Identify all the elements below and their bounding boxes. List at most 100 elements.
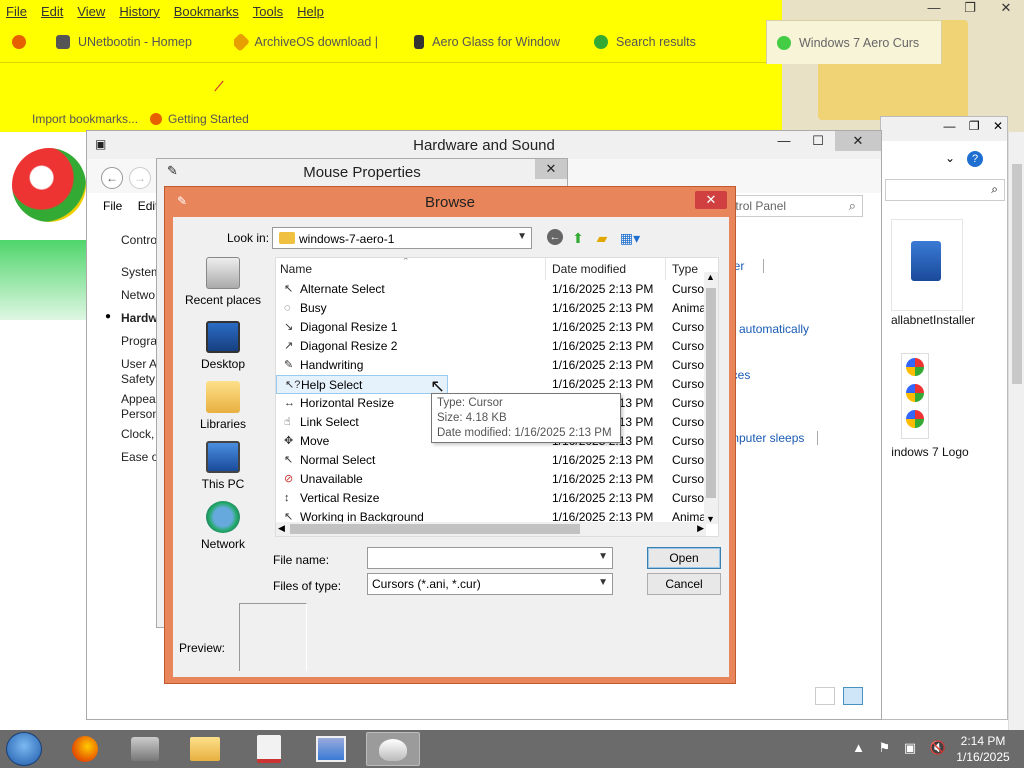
close-icon[interactable]: ✕ — [988, 0, 1024, 20]
large-icons-view-icon[interactable] — [843, 687, 863, 705]
horizontal-scrollbar[interactable]: ◀ ▶ — [276, 522, 706, 536]
files-of-type-select[interactable]: Cursors (*.ani, *.cur) ▼ — [367, 573, 613, 595]
place-label: Recent places — [184, 293, 262, 307]
cursor-mark-icon: | — [213, 77, 227, 93]
minimize-icon[interactable]: — — [767, 131, 801, 151]
close-icon[interactable]: ✕ — [993, 119, 1003, 133]
file-row[interactable]: ✎ Handwriting 1/16/2025 2:13 PM Cursor — [276, 356, 709, 375]
link-play-automatically[interactable]: e automatically — [729, 322, 809, 336]
taskbar-control-panel[interactable] — [304, 732, 358, 766]
tooltip-size: Size: 4.18 KB — [437, 412, 507, 424]
look-in-dropdown[interactable]: windows-7-aero-1 ▼ — [272, 227, 532, 249]
scroll-thumb[interactable] — [706, 288, 716, 498]
dialog-icon: ✎ — [177, 194, 188, 208]
file-type: Cursor — [672, 377, 709, 391]
restore-icon[interactable]: ❐ — [969, 119, 980, 133]
animated-cursor-icon: ◌ — [284, 302, 291, 314]
taskbar-java[interactable] — [242, 732, 296, 766]
mouse-pointer-icon: ↖ — [430, 376, 446, 396]
restore-icon[interactable]: ❐ — [952, 0, 988, 20]
menu-help[interactable]: Help — [297, 4, 324, 19]
menu-tools[interactable]: Tools — [253, 4, 283, 19]
file-type: Cursor — [672, 358, 709, 372]
tab-windows7-aero[interactable]: Windows 7 Aero Curs — [766, 20, 942, 64]
close-icon[interactable]: ✕ — [835, 131, 881, 151]
details-view-icon[interactable] — [815, 687, 835, 705]
file-name-field[interactable]: ▼ — [367, 547, 613, 569]
network-icon[interactable]: ▣ — [904, 740, 916, 755]
tab-unetbootin[interactable]: UNetbootin - Homep — [56, 30, 206, 54]
scroll-down-icon[interactable]: ▼ — [706, 514, 715, 524]
file-row[interactable]: ⊘ Unavailable 1/16/2025 2:13 PM Cursor — [276, 470, 708, 489]
back-icon[interactable]: ← — [101, 167, 123, 189]
scroll-thumb[interactable] — [290, 524, 580, 534]
tab-aero-glass[interactable]: Aero Glass for Window — [414, 30, 560, 54]
tab-favicon-icon — [56, 35, 70, 49]
file-row[interactable]: ↖ Normal Select 1/16/2025 2:13 PM Cursor — [276, 451, 708, 470]
menu-file[interactable]: File — [6, 4, 27, 19]
close-icon[interactable]: ✕ — [535, 159, 567, 179]
taskbar-clock[interactable]: 2:14 PM 1/16/2025 — [950, 733, 1016, 765]
scroll-thumb[interactable] — [1012, 164, 1022, 384]
cursor-file-icon: ☝ — [284, 416, 291, 428]
file-row[interactable]: ↕ Vertical Resize 1/16/2025 2:13 PM Cursor — [276, 489, 708, 508]
libraries-icon — [206, 381, 240, 413]
windows7-logo-stack[interactable] — [901, 353, 929, 439]
file-row[interactable]: ↗ Diagonal Resize 2 1/16/2025 2:13 PM Curso… — [276, 337, 708, 356]
windows-logo-icon — [906, 358, 924, 376]
chevron-down-icon[interactable]: ⌄ — [945, 151, 955, 165]
back-icon[interactable]: ← — [547, 229, 563, 245]
column-header-name[interactable]: Name ⌃ — [276, 258, 546, 280]
menu-bookmarks[interactable]: Bookmarks — [174, 4, 239, 19]
scroll-left-icon[interactable]: ◀ — [278, 523, 285, 534]
taskbar-mouse-properties[interactable] — [366, 732, 420, 766]
place-recent[interactable]: Recent places — [181, 257, 265, 307]
taskbar-unetbootin[interactable] — [118, 732, 172, 766]
menu-edit[interactable]: Edit — [41, 4, 63, 19]
file-row[interactable]: ↘ Diagonal Resize 1 1/16/2025 2:13 PM Curso… — [276, 318, 708, 337]
cursor-file-icon: ⊘ — [284, 473, 294, 485]
desktop-item-label: indows 7 Logo — [891, 445, 969, 459]
volume-muted-icon[interactable]: 🔇 — [930, 740, 946, 755]
close-icon[interactable]: ✕ — [695, 191, 727, 209]
tab-search-results[interactable]: Search results — [594, 30, 704, 54]
tab-archiveos[interactable]: ArchiveOS download | — [234, 30, 378, 54]
scroll-right-icon[interactable]: ▶ — [697, 523, 704, 534]
minimize-icon[interactable]: — — [916, 0, 952, 20]
column-header-date[interactable]: Date modified — [548, 258, 666, 280]
menu-view[interactable]: View — [77, 4, 105, 19]
action-center-flag-icon[interactable]: ⚑ — [879, 740, 891, 755]
firefox-menu-icon[interactable] — [12, 30, 34, 54]
scroll-up-icon[interactable]: ▲ — [706, 272, 715, 282]
help-icon[interactable]: ? — [967, 151, 983, 167]
firefox-scrollbar[interactable] — [1008, 132, 1024, 730]
place-desktop[interactable]: Desktop — [181, 321, 265, 371]
up-folder-icon[interactable]: ⬆ — [569, 229, 587, 247]
taskbar-file-explorer[interactable] — [178, 732, 232, 766]
search-box[interactable]: ⌕ — [885, 179, 1005, 201]
place-network[interactable]: Network — [181, 501, 265, 551]
link-computer-sleeps[interactable]: mputer sleeps — [729, 431, 804, 445]
maximize-icon[interactable]: ☐ — [801, 131, 835, 151]
open-button[interactable]: Open — [647, 547, 721, 569]
column-header-type[interactable]: Type — [668, 258, 708, 280]
file-row[interactable]: ◌ Busy 1/16/2025 2:13 PM Anima — [276, 299, 706, 318]
java-icon — [257, 735, 281, 763]
menu-history[interactable]: History — [119, 4, 159, 19]
bookmark-import[interactable]: Import bookmarks... — [32, 112, 138, 126]
place-libraries[interactable]: Libraries — [181, 381, 265, 431]
new-folder-icon[interactable]: ▰ — [593, 229, 611, 247]
file-row[interactable]: ↖ Alternate Select 1/16/2025 2:13 PM Cursor — [276, 280, 708, 299]
view-menu-icon[interactable]: ▦▾ — [617, 229, 643, 247]
places-bar: Recent places Desktop Libraries This PC … — [181, 257, 265, 551]
show-hidden-icons-icon[interactable]: ▲ — [852, 740, 865, 755]
start-button[interactable] — [6, 732, 42, 766]
minimize-icon[interactable]: — — [943, 119, 955, 133]
desktop-item-installer[interactable] — [891, 241, 961, 281]
taskbar-firefox[interactable] — [58, 732, 112, 766]
forward-icon[interactable]: → — [129, 167, 151, 189]
place-this-pc[interactable]: This PC — [181, 441, 265, 491]
bookmark-getting-started[interactable]: Getting Started — [168, 112, 249, 126]
vertical-scrollbar[interactable]: ▲ ▼ — [704, 272, 718, 524]
cancel-button[interactable]: Cancel — [647, 573, 721, 595]
